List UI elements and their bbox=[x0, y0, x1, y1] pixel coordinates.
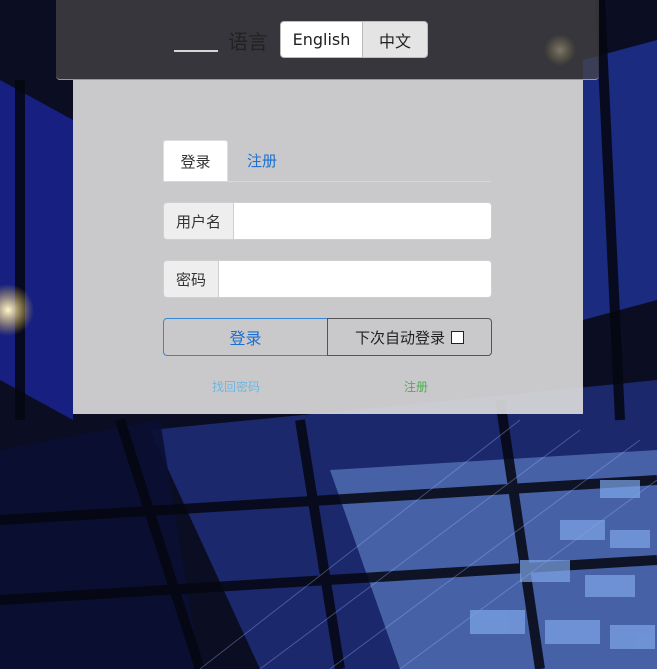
username-input[interactable] bbox=[233, 202, 492, 240]
password-label: 密码 bbox=[163, 260, 219, 298]
remember-me-label: 下次自动登录 bbox=[354, 328, 445, 347]
auth-tabs: 登录 注册 bbox=[163, 140, 491, 182]
login-panel: 登录 注册 用户名 密码 登录 下次自动登录 找回密码 注册 bbox=[73, 80, 583, 414]
login-button[interactable]: 登录 bbox=[163, 318, 328, 356]
language-english-button[interactable]: English bbox=[280, 21, 363, 58]
login-actions: 登录 下次自动登录 bbox=[163, 318, 492, 356]
tab-register[interactable]: 注册 bbox=[235, 140, 289, 181]
language-bar: 语言 English 中文 bbox=[56, 0, 599, 80]
remember-me-toggle[interactable]: 下次自动登录 bbox=[327, 318, 492, 356]
register-link[interactable]: 注册 bbox=[404, 378, 428, 395]
username-field-group: 用户名 bbox=[163, 202, 492, 240]
forgot-password-link[interactable]: 找回密码 bbox=[212, 378, 260, 395]
password-field-group: 密码 bbox=[163, 260, 492, 298]
tab-login[interactable]: 登录 bbox=[163, 140, 228, 181]
password-input[interactable] bbox=[218, 260, 492, 298]
remember-me-checkbox[interactable] bbox=[451, 330, 464, 344]
language-chinese-button[interactable]: 中文 bbox=[362, 21, 428, 58]
language-divider bbox=[174, 50, 218, 52]
language-label: 语言 bbox=[228, 30, 268, 54]
username-label: 用户名 bbox=[163, 202, 234, 240]
